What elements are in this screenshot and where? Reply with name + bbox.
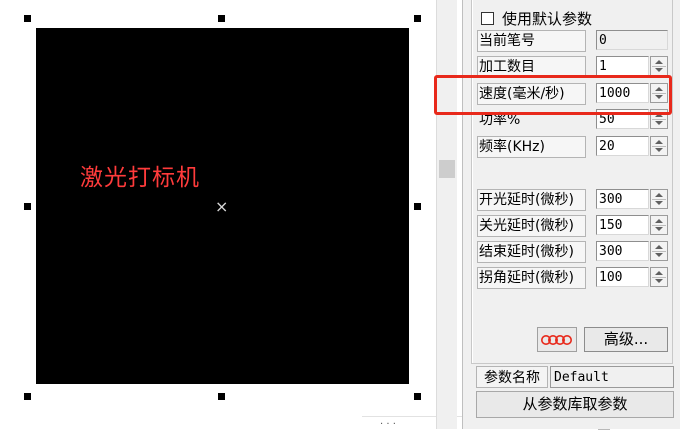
corner-delay-spinner[interactable] bbox=[650, 267, 668, 287]
resize-handle-bottom[interactable] bbox=[218, 393, 225, 400]
spin-down-icon[interactable] bbox=[655, 227, 663, 231]
use-default-params-checkbox[interactable] bbox=[481, 11, 494, 25]
load-from-library-button[interactable]: 从参数库取参数 bbox=[476, 391, 674, 418]
frequency-input[interactable]: 20 bbox=[596, 136, 649, 156]
param-label: 拐角延时(微秒) bbox=[477, 267, 586, 289]
vertical-scrollbar[interactable] bbox=[436, 0, 457, 429]
corner-delay-input[interactable]: 100 bbox=[596, 267, 649, 287]
resize-handle-left[interactable] bbox=[24, 203, 31, 210]
spin-up-icon[interactable] bbox=[655, 219, 663, 223]
spin-up-icon[interactable] bbox=[655, 193, 663, 197]
spin-up-icon[interactable] bbox=[655, 140, 663, 144]
frequency-spinner[interactable] bbox=[650, 136, 668, 156]
pen-parameter-panel: 使用默认参数 当前笔号 0 加工数目 1 速度(毫米/秒) 1000 功率% 5… bbox=[463, 0, 680, 429]
spin-down-icon[interactable] bbox=[655, 201, 663, 205]
parameter-group-box bbox=[471, 0, 673, 364]
resize-handle-top-right[interactable] bbox=[414, 15, 421, 22]
param-label: 频率(KHz) bbox=[477, 136, 586, 158]
laser-on-delay-input[interactable]: 300 bbox=[596, 189, 649, 209]
use-default-params-label: 使用默认参数 bbox=[502, 9, 593, 28]
param-label: 关光延时(微秒) bbox=[477, 215, 586, 237]
spin-down-icon[interactable] bbox=[655, 148, 663, 152]
spin-up-icon[interactable] bbox=[655, 60, 663, 64]
laser-on-delay-spinner[interactable] bbox=[650, 189, 668, 209]
spin-down-icon[interactable] bbox=[655, 68, 663, 72]
pen-color-icon bbox=[541, 334, 572, 345]
advanced-button[interactable]: 高级... bbox=[584, 327, 668, 352]
pen-no-field[interactable]: 0 bbox=[596, 30, 668, 50]
popup-fragment-icon: · · · bbox=[380, 419, 396, 430]
mark-count-spinner[interactable] bbox=[650, 56, 668, 76]
spin-up-icon[interactable] bbox=[655, 271, 663, 275]
spin-down-icon[interactable] bbox=[655, 253, 663, 257]
resize-handle-bottom-right[interactable] bbox=[414, 393, 421, 400]
resize-handle-bottom-left[interactable] bbox=[24, 393, 31, 400]
resize-handle-top-left[interactable] bbox=[24, 15, 31, 22]
pen-color-button[interactable] bbox=[537, 327, 577, 352]
use-default-params-row[interactable]: 使用默认参数 bbox=[481, 9, 593, 28]
drawing-canvas[interactable]: 激光打标机 × · · · bbox=[0, 0, 680, 430]
laser-off-delay-input[interactable]: 150 bbox=[596, 215, 649, 235]
spin-up-icon[interactable] bbox=[655, 245, 663, 249]
param-label: 当前笔号 bbox=[477, 30, 586, 52]
resize-handle-right[interactable] bbox=[414, 203, 421, 210]
mark-count-input[interactable]: 1 bbox=[596, 56, 649, 76]
scrollbar-thumb[interactable] bbox=[439, 160, 455, 178]
param-label: 开光延时(微秒) bbox=[477, 189, 586, 211]
end-delay-input[interactable]: 300 bbox=[596, 241, 649, 261]
end-delay-spinner[interactable] bbox=[650, 241, 668, 261]
speed-highlight-box bbox=[434, 75, 672, 115]
param-label: 结束延时(微秒) bbox=[477, 241, 586, 263]
laser-off-delay-spinner[interactable] bbox=[650, 215, 668, 235]
spin-down-icon[interactable] bbox=[655, 121, 663, 125]
center-cross-icon[interactable]: × bbox=[215, 199, 228, 215]
param-name-label: 参数名称 bbox=[476, 366, 548, 388]
resize-handle-top[interactable] bbox=[218, 15, 225, 22]
spin-down-icon[interactable] bbox=[655, 279, 663, 283]
param-name-field[interactable]: Default bbox=[550, 366, 674, 388]
canvas-text-object: 激光打标机 bbox=[80, 165, 200, 191]
